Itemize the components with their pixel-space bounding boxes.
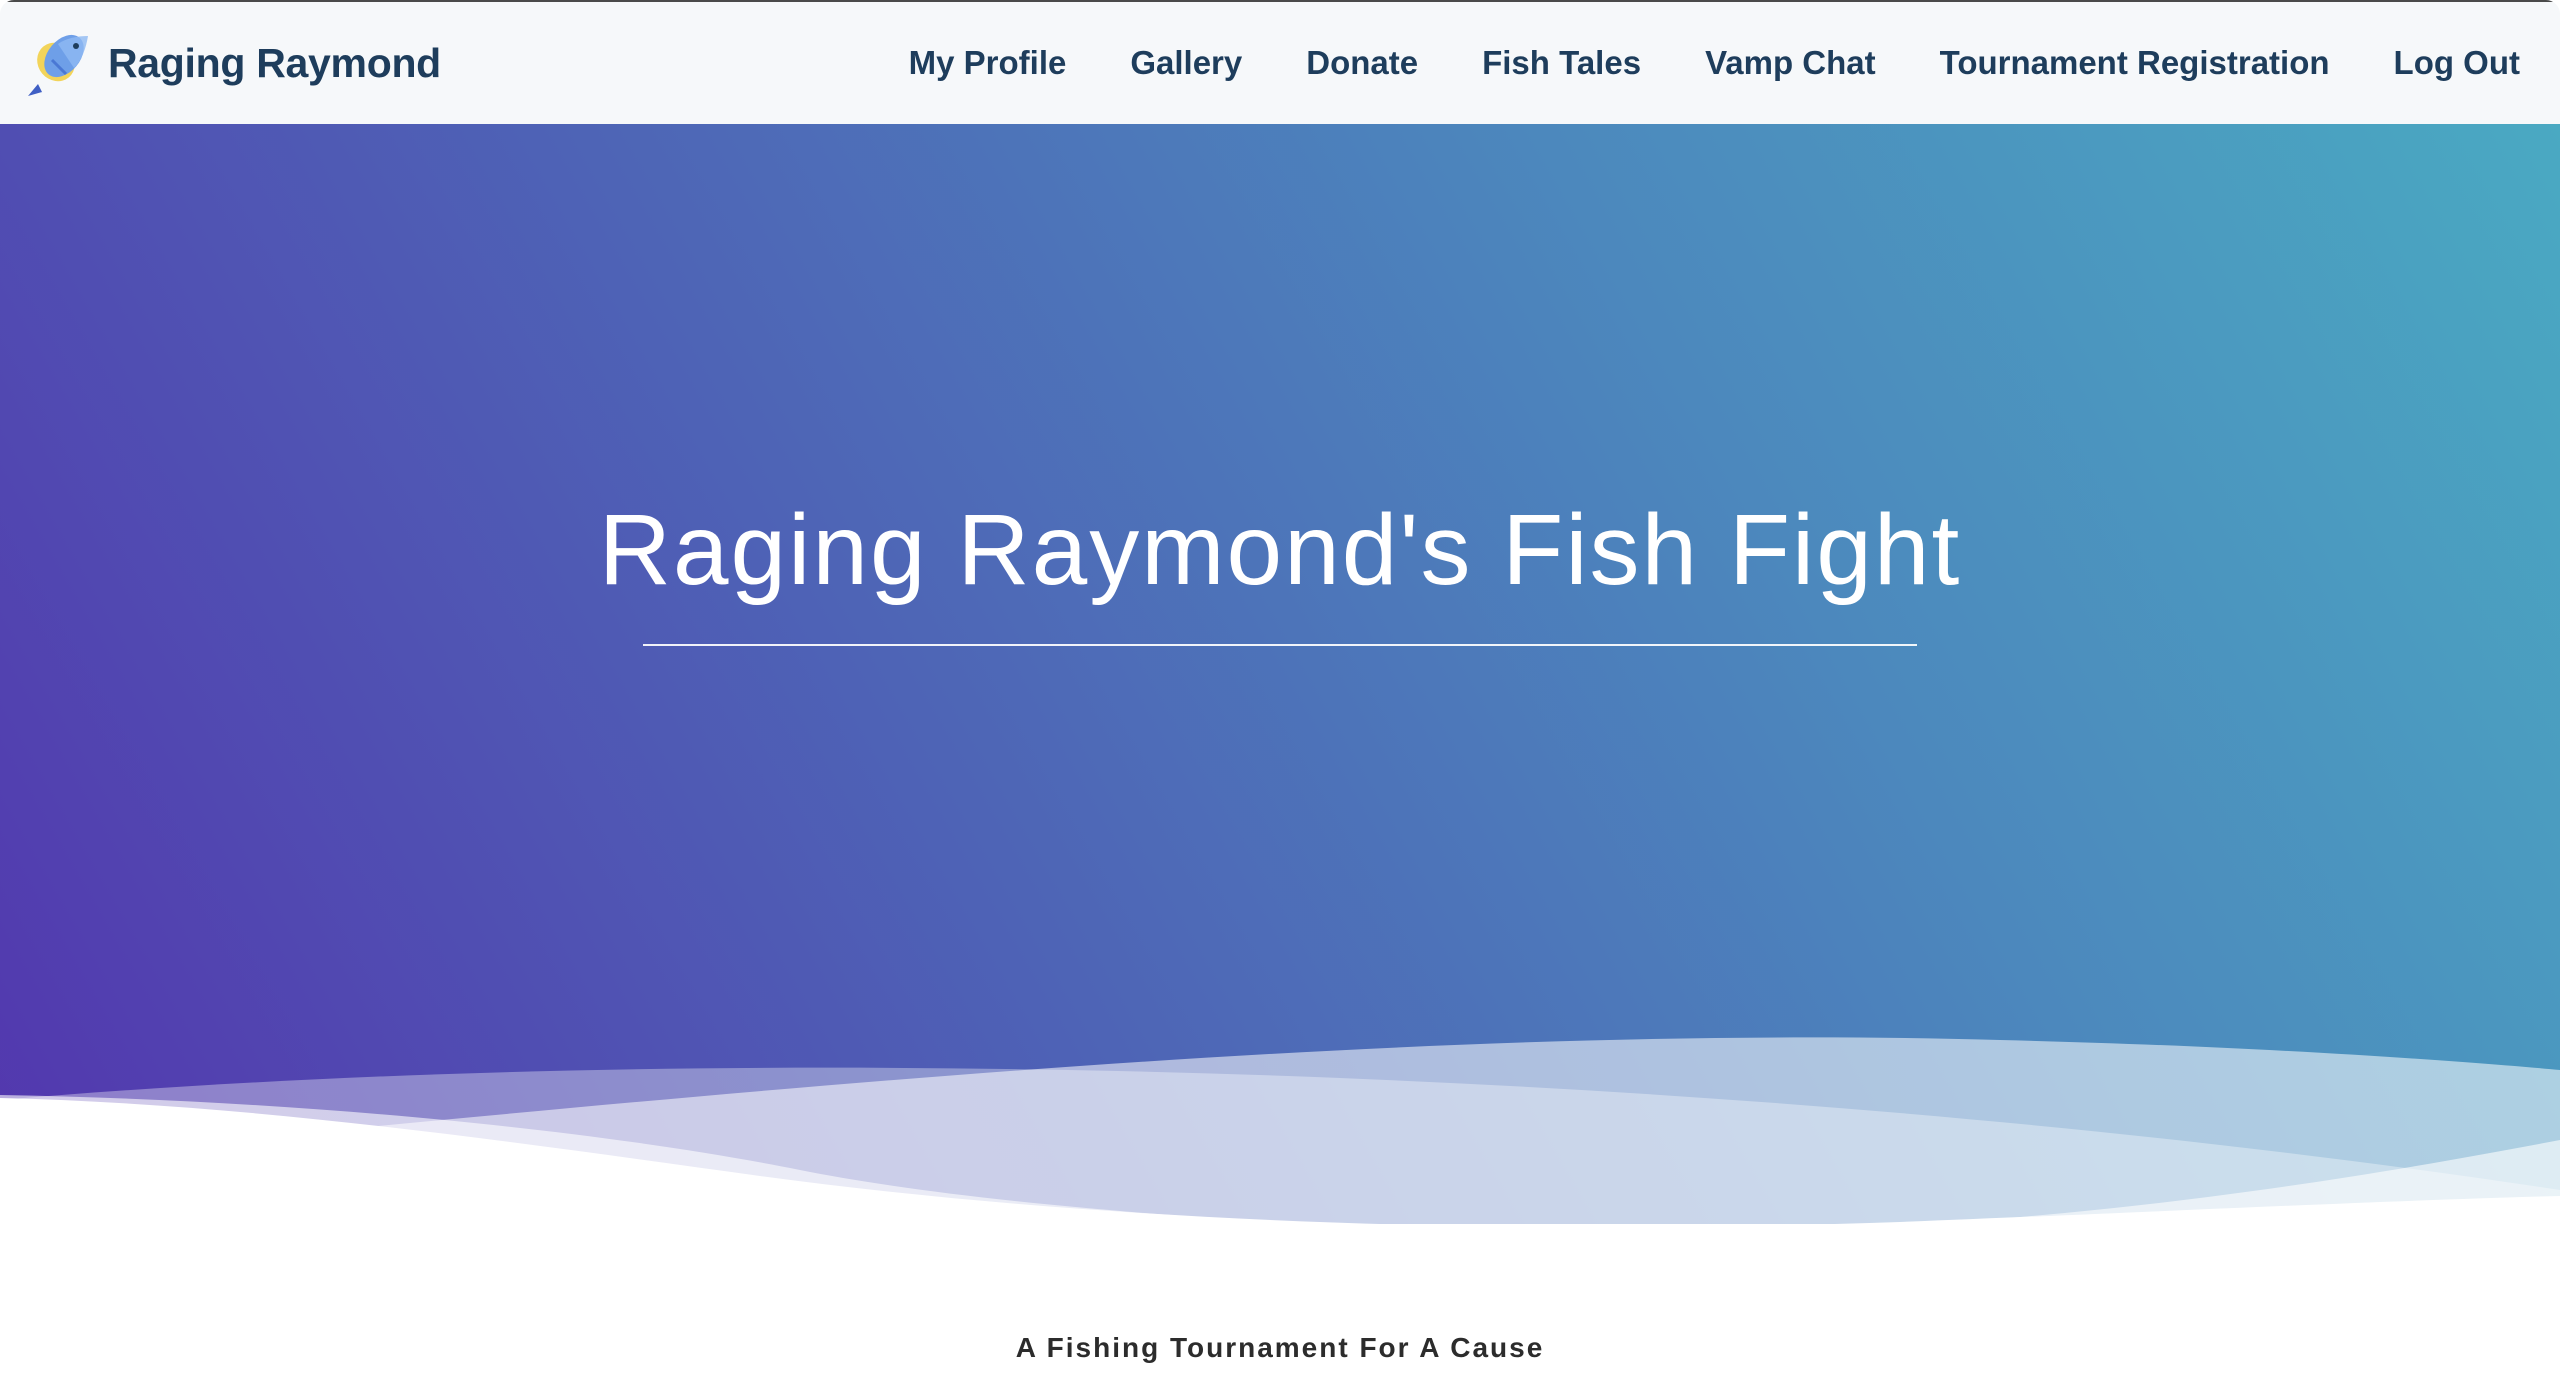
page: Raging Raymond My Profile Gallery Donate… <box>0 0 2560 1394</box>
nav-link-fish-tales[interactable]: Fish Tales <box>1482 44 1641 82</box>
navbar: Raging Raymond My Profile Gallery Donate… <box>0 0 2560 124</box>
nav-link-log-out[interactable]: Log Out <box>2394 44 2520 82</box>
nav-link-gallery[interactable]: Gallery <box>1130 44 1242 82</box>
nav-link-my-profile[interactable]: My Profile <box>909 44 1067 82</box>
brand-home-link[interactable]: Raging Raymond <box>22 26 441 100</box>
fish-icon <box>28 34 88 100</box>
hero-waves <box>0 1037 2560 1260</box>
nav-link-tournament-registration[interactable]: Tournament Registration <box>1940 44 2330 82</box>
hero-title: Raging Raymond's Fish Fight <box>598 494 1962 606</box>
nav-link-donate[interactable]: Donate <box>1306 44 1418 82</box>
nav-links: My Profile Gallery Donate Fish Tales Vam… <box>909 44 2520 82</box>
tagline: A Fishing Tournament For A Cause <box>1015 1332 1545 1363</box>
brand-name: Raging Raymond <box>108 39 441 86</box>
hero-content: Raging Raymond's Fish Fight <box>0 490 2560 610</box>
nav-link-vamp-chat[interactable]: Vamp Chat <box>1705 44 1876 82</box>
hero-divider <box>643 644 1917 646</box>
